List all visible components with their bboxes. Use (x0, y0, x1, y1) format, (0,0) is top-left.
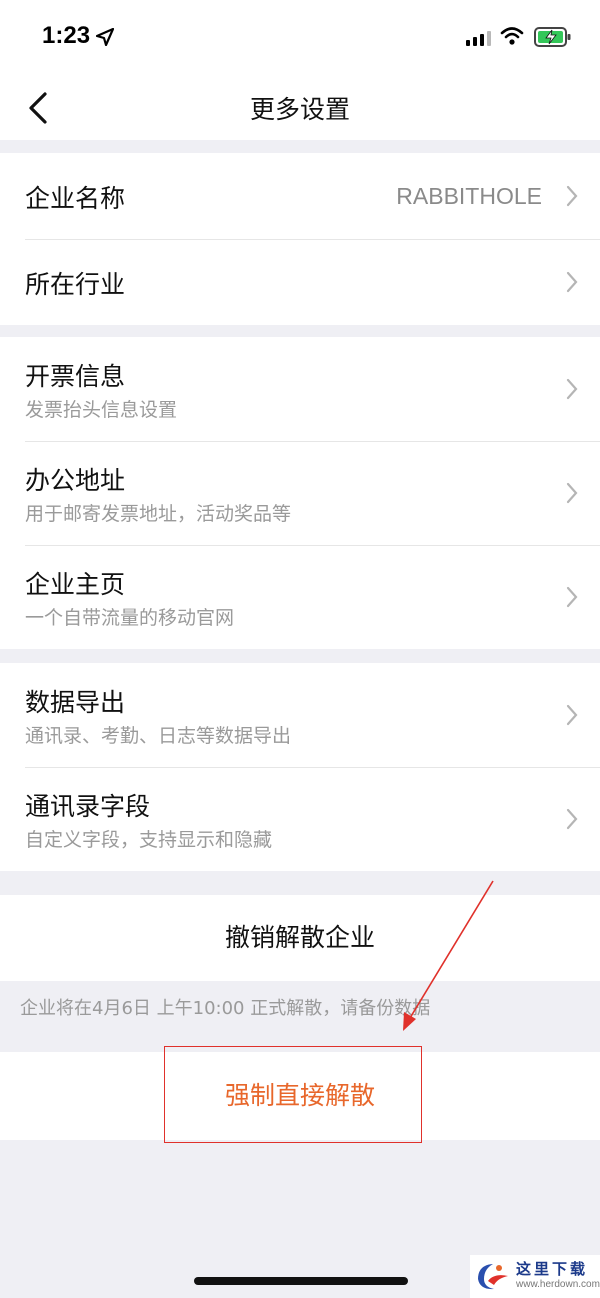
watermark-logo-icon (478, 1264, 508, 1290)
contact-fields-subtitle: 自定义字段，支持显示和隐藏 (25, 829, 273, 851)
wifi-icon (500, 27, 524, 45)
industry-label: 所在行业 (25, 270, 126, 299)
data-export-subtitle: 通讯录、考勤、日志等数据导出 (25, 725, 292, 747)
chevron-right-icon (566, 482, 578, 504)
contact-fields-label: 通讯录字段 (25, 792, 151, 821)
chevron-right-icon (566, 586, 578, 608)
location-arrow-icon (96, 28, 114, 46)
watermark-text: 这里下载 (516, 1260, 589, 1278)
office-address-subtitle: 用于邮寄发票地址，活动奖品等 (25, 503, 292, 525)
contact-fields-row[interactable]: 通讯录字段 自定义字段，支持显示和隐藏 (0, 767, 600, 871)
invoice-label: 开票信息 (25, 362, 126, 391)
homepage-label: 企业主页 (25, 570, 126, 599)
chevron-right-icon (566, 185, 578, 207)
data-export-label: 数据导出 (25, 688, 126, 717)
company-details-group: 开票信息 发票抬头信息设置 办公地址 用于邮寄发票地址，活动奖品等 企业主页 一… (0, 337, 600, 649)
invoice-row[interactable]: 开票信息 发票抬头信息设置 (0, 337, 600, 441)
page-title: 更多设置 (249, 95, 350, 124)
company-name-row[interactable]: 企业名称 RABBITHOLE (0, 153, 600, 239)
data-export-row[interactable]: 数据导出 通讯录、考勤、日志等数据导出 (0, 663, 600, 767)
office-address-row[interactable]: 办公地址 用于邮寄发票地址，活动奖品等 (0, 441, 600, 545)
cellular-signal-icon (466, 31, 491, 46)
battery-charging-icon (534, 27, 571, 47)
chevron-right-icon (566, 704, 578, 726)
revoke-dissolution-button[interactable]: 撤销解散企业 (0, 895, 600, 981)
status-bar: 1:23 (0, 0, 600, 76)
industry-row[interactable]: 所在行业 (0, 239, 600, 325)
chevron-right-icon (566, 271, 578, 293)
invoice-subtitle: 发票抬头信息设置 (25, 399, 178, 421)
home-indicator[interactable] (194, 1277, 408, 1285)
watermark: 这里下载 www.herdown.com (470, 1255, 600, 1298)
chevron-right-icon (566, 378, 578, 400)
revoke-dissolution-label: 撤销解散企业 (224, 923, 375, 952)
annotation-highlight-box (164, 1046, 422, 1143)
office-address-label: 办公地址 (25, 466, 126, 495)
homepage-subtitle: 一个自带流量的移动官网 (25, 607, 235, 629)
company-name-value: RABBITHOLE (396, 183, 542, 209)
chevron-right-icon (566, 808, 578, 830)
watermark-url: www.herdown.com (516, 1279, 600, 1290)
company-info-group: 企业名称 RABBITHOLE 所在行业 (0, 153, 600, 325)
homepage-row[interactable]: 企业主页 一个自带流量的移动官网 (0, 545, 600, 649)
navigation-bar: 更多设置 (0, 76, 600, 140)
status-time: 1:23 (42, 22, 91, 49)
dissolution-notice: 企业将在4月6日 上午10:00 正式解散，请备份数据 (20, 998, 431, 1019)
company-name-label: 企业名称 (25, 184, 126, 213)
data-management-group: 数据导出 通讯录、考勤、日志等数据导出 通讯录字段 自定义字段，支持显示和隐藏 (0, 663, 600, 871)
